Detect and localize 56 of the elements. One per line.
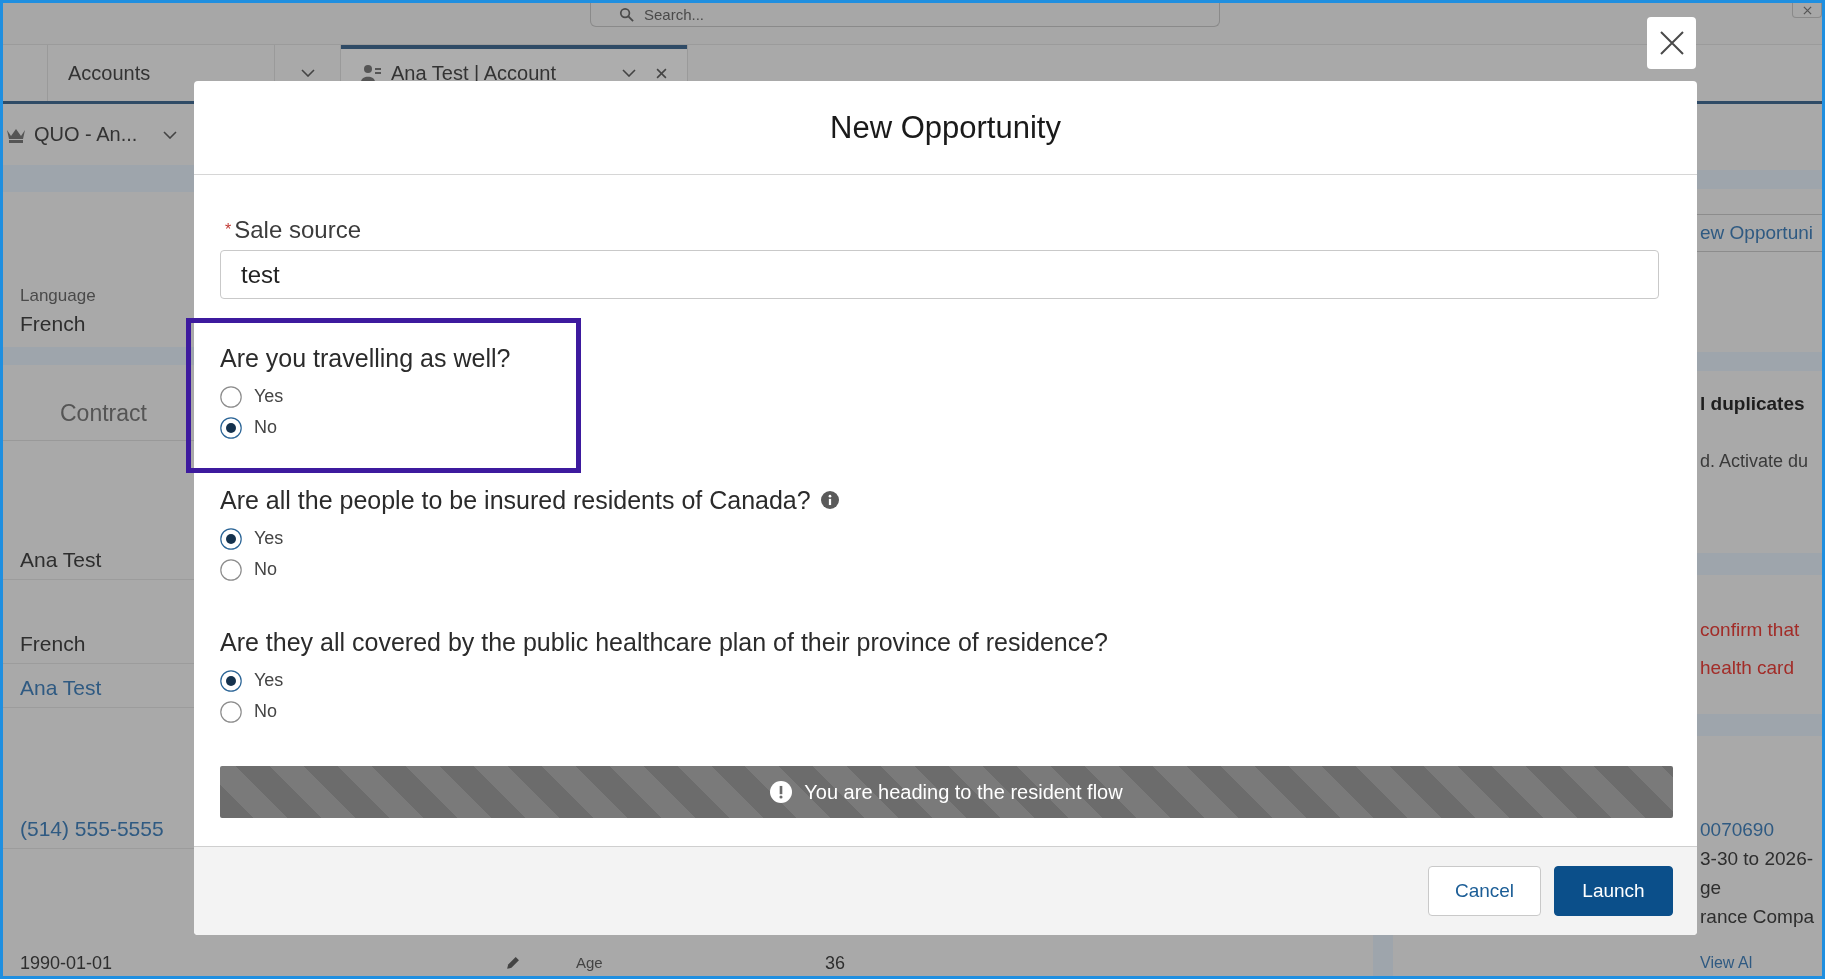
- detail-text: rance Compa: [1700, 905, 1815, 929]
- field-label: Age: [576, 953, 604, 973]
- chevron-icon[interactable]: [622, 69, 636, 77]
- modal-title: New Opportunity: [830, 109, 1061, 146]
- field-label: Sale source: [234, 216, 361, 244]
- field-value: 1990-01-01: [20, 953, 114, 973]
- close-icon: [1802, 5, 1812, 15]
- field-value: French: [20, 631, 86, 657]
- alert-text: confirm that: [1700, 618, 1800, 642]
- required-mark: *: [225, 221, 232, 239]
- alert-text: health card: [1700, 656, 1794, 680]
- cancel-button[interactable]: Cancel: [1428, 866, 1541, 916]
- field-value: 36: [825, 953, 847, 973]
- option-label: Yes: [254, 386, 284, 407]
- record-link[interactable]: 0070690: [1700, 815, 1774, 844]
- search-field[interactable]: Search...: [590, 3, 1220, 27]
- section-heading: l duplicates: [1700, 392, 1805, 416]
- option-label: Yes: [254, 528, 284, 549]
- view-all-link[interactable]: View Al: [1700, 953, 1753, 973]
- body-text: d. Activate du: [1700, 450, 1809, 472]
- option-label: No: [254, 417, 277, 438]
- close-icon[interactable]: [656, 67, 667, 79]
- exclamation-icon: [770, 781, 793, 803]
- close-button[interactable]: [1792, 3, 1822, 18]
- option-label: No: [254, 559, 277, 580]
- banner-text: You are heading to the resident flow: [804, 780, 1123, 804]
- radio-button[interactable]: [220, 700, 242, 723]
- question-text: Are you travelling as well?: [220, 343, 511, 373]
- person-icon: [361, 64, 381, 82]
- detail-text: ge: [1700, 876, 1722, 900]
- option-label: No: [254, 701, 277, 722]
- record-switcher[interactable]: QUO - An...: [3, 123, 178, 146]
- radio-button[interactable]: [220, 385, 242, 408]
- detail-text: 3-30 to 2026-: [1700, 847, 1814, 871]
- field-link[interactable]: (514) 555-5555: [20, 816, 164, 842]
- launch-button[interactable]: Launch: [1554, 866, 1673, 916]
- close-button[interactable]: [1647, 17, 1696, 69]
- radio-button[interactable]: [220, 669, 242, 692]
- pencil-icon[interactable]: [505, 955, 520, 971]
- input-field[interactable]: test: [220, 250, 1659, 299]
- field-label: Language: [20, 286, 96, 306]
- field-link[interactable]: Ana Test: [20, 675, 102, 701]
- chevron-icon: [300, 69, 315, 77]
- question-text: Are they all covered by the public healthcare plan of their province of residence?: [220, 627, 1109, 657]
- option-label: Yes: [254, 670, 284, 691]
- question-text: Are all the people to be insured residents of Canada?: [220, 485, 811, 515]
- radio-button[interactable]: [220, 416, 242, 439]
- close-icon: [1659, 31, 1684, 55]
- contract-tab[interactable]: Contract: [60, 399, 147, 427]
- radio-button[interactable]: [220, 527, 242, 550]
- info-icon[interactable]: [820, 491, 839, 509]
- chevron-icon: [163, 130, 178, 139]
- radio-button[interactable]: [220, 558, 242, 581]
- search-icon: [619, 7, 634, 22]
- field-value: French: [20, 311, 86, 337]
- field-value: Ana Test: [20, 547, 102, 573]
